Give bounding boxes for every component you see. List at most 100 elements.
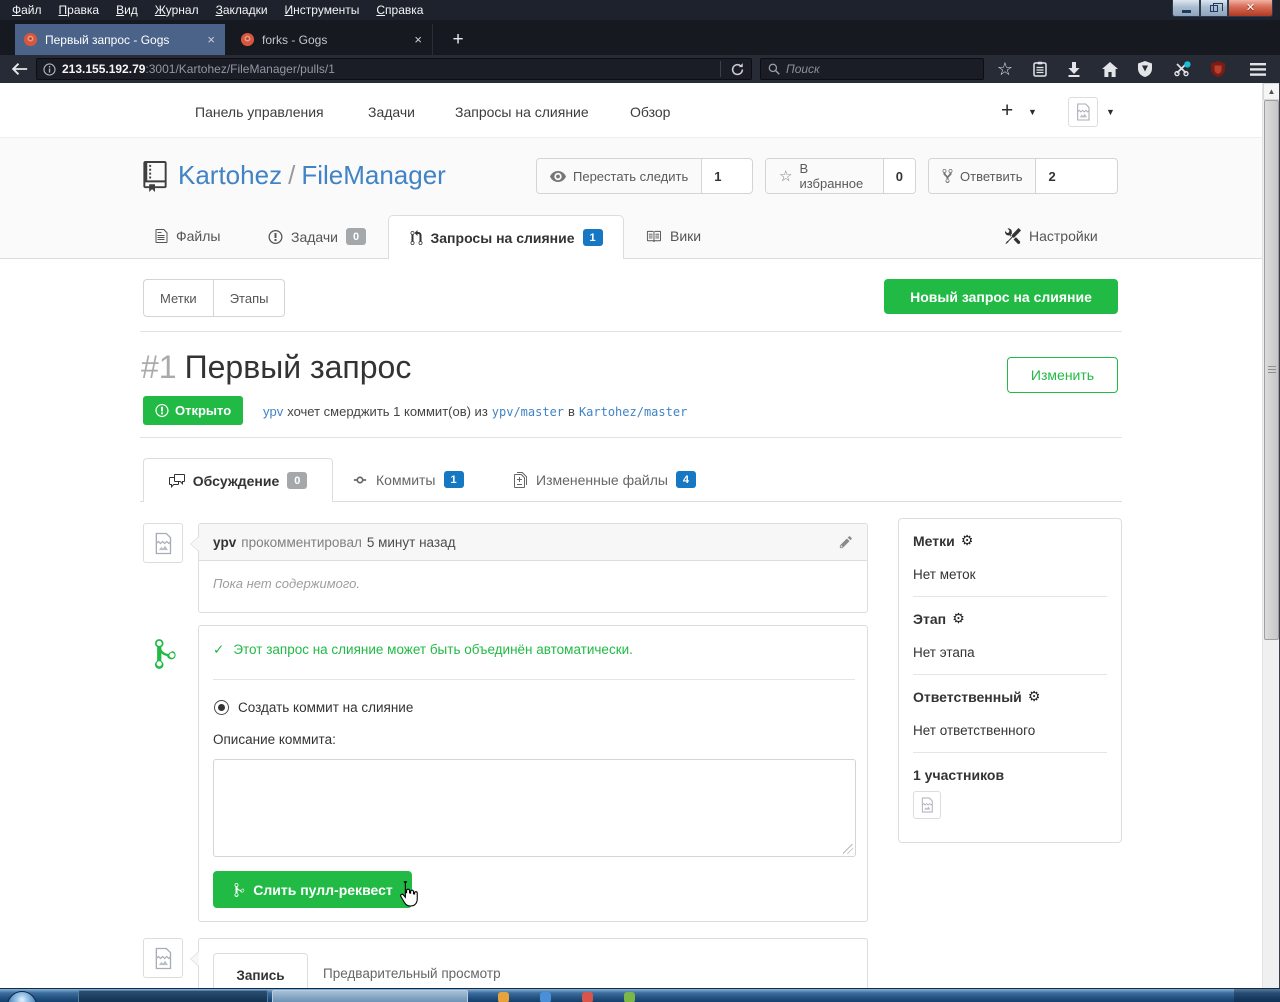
star-button[interactable]: ☆ В избранное 0 [765, 158, 916, 194]
scrollbar-thumb[interactable] [1264, 100, 1279, 640]
taskbar-icon[interactable] [498, 992, 509, 1002]
fork-count[interactable]: 2 [1035, 159, 1067, 193]
edit-pencil-icon[interactable] [839, 535, 853, 549]
taskbar-button-active[interactable] [78, 990, 268, 1002]
url-path: :3001/Kartohez/FileManager/pulls/1 [145, 62, 334, 76]
watch-count[interactable]: 1 [701, 159, 733, 193]
browser-toolbar: 213.155.192.79:3001/Kartohez/FileManager… [0, 55, 1280, 83]
menu-tools[interactable]: Инструменты [285, 3, 360, 17]
fork-button[interactable]: Ответвить 2 [928, 158, 1118, 194]
head-branch-link[interactable]: ypv/master [492, 405, 564, 419]
pocket-list-icon[interactable] [1028, 58, 1052, 80]
close-button[interactable]: ✕ [1228, 0, 1273, 17]
nav-pulls[interactable]: Запросы на слияние [455, 104, 589, 120]
user-menu-caret-icon[interactable]: ▼ [1106, 107, 1115, 117]
menu-file[interactable]: Файл [12, 3, 42, 17]
tab-title: Первый запрос - Gogs [45, 33, 198, 47]
status-badge: Открыто [143, 396, 243, 425]
tab-files-changed[interactable]: Измененные файлы 4 [514, 471, 696, 488]
tab-preview[interactable]: Предварительный просмотр [323, 966, 501, 981]
pull-number: #1 [141, 349, 177, 385]
new-tab-button[interactable]: + [445, 27, 471, 52]
tab-close-icon[interactable]: × [205, 33, 217, 46]
tab-issues[interactable]: Задачи 0 [268, 228, 366, 245]
gogs-favicon [240, 32, 255, 47]
tab-wiki[interactable]: Вики [645, 228, 701, 244]
page-info-icon[interactable] [43, 63, 56, 76]
merge-commit-radio[interactable] [214, 700, 229, 715]
watch-button[interactable]: Перестать следить 1 [536, 158, 753, 194]
star-count[interactable]: 0 [883, 159, 915, 193]
menu-bookmarks[interactable]: Закладки [216, 3, 268, 17]
tab-close-icon[interactable]: × [412, 33, 424, 46]
nav-explore[interactable]: Обзор [630, 104, 670, 120]
tab-commits[interactable]: Коммиты 1 [352, 471, 464, 488]
repo-name-link[interactable]: FileManager [301, 160, 446, 190]
tab-conversation-active[interactable]: Обсуждение 0 [143, 458, 333, 502]
taskbar-icon[interactable] [540, 992, 551, 1002]
comment-avatar[interactable] [143, 523, 183, 563]
restore-button[interactable] [1200, 0, 1228, 17]
user-avatar[interactable] [1068, 97, 1098, 127]
tab-settings[interactable]: Настройки [1005, 228, 1098, 244]
divider [913, 752, 1107, 753]
commit-description-textarea[interactable] [213, 759, 856, 857]
reload-icon[interactable] [730, 62, 745, 77]
new-repo-caret-icon[interactable]: ▼ [1028, 107, 1037, 117]
menu-bars-icon [1250, 63, 1266, 76]
start-button-orb[interactable] [7, 991, 37, 1002]
resize-grip-icon[interactable] [843, 844, 853, 854]
edit-button[interactable]: Изменить [1007, 357, 1118, 393]
nav-dashboard[interactable]: Панель управления [195, 104, 324, 120]
page-scrollbar[interactable]: ▲ [1262, 83, 1279, 988]
labels-gear-icon[interactable]: ⚙ [961, 533, 974, 549]
comment-author-link[interactable]: ypv [213, 535, 236, 550]
merge-pull-request-button[interactable]: Слить пулл-реквест [213, 871, 412, 908]
issues-count-badge: 0 [346, 228, 366, 245]
back-button[interactable] [6, 56, 32, 82]
file-icon [155, 228, 168, 244]
taskbar-icon[interactable] [624, 992, 635, 1002]
scrollbar-grip-icon [1268, 366, 1276, 374]
menu-view[interactable]: Вид [116, 3, 138, 17]
minimize-button[interactable] [1172, 0, 1200, 17]
minimize-icon [1182, 10, 1191, 13]
scroll-up-button[interactable]: ▲ [1263, 83, 1280, 100]
milestones-filter-button[interactable]: Этапы [213, 280, 285, 316]
base-branch-link[interactable]: Kartohez/master [579, 405, 687, 419]
tab-pulls-active[interactable]: Запросы на слияние 1 [388, 215, 624, 259]
abp-shield-icon[interactable] [1133, 58, 1157, 80]
taskbar-icon[interactable] [582, 992, 593, 1002]
menu-history[interactable]: Журнал [155, 3, 199, 17]
new-repo-button[interactable]: + [1001, 99, 1013, 123]
ublock-icon[interactable] [1206, 58, 1230, 80]
url-bar[interactable]: 213.155.192.79:3001/Kartohez/FileManager… [36, 58, 752, 80]
merge-panel: ✓ Этот запрос на слияние может быть объе… [198, 625, 868, 922]
participant-avatar[interactable] [913, 791, 941, 819]
menu-edit[interactable]: Правка [59, 3, 100, 17]
gogs-favicon [23, 32, 38, 47]
sidebar-milestone-title: Этап ⚙ [913, 611, 1107, 627]
browser-tab-active[interactable]: Первый запрос - Gogs × [15, 24, 225, 55]
author-link[interactable]: ypv [263, 404, 283, 419]
extension-icon[interactable] [1170, 58, 1194, 80]
downloads-icon[interactable] [1062, 58, 1086, 80]
milestone-gear-icon[interactable]: ⚙ [952, 611, 965, 627]
tab-files[interactable]: Файлы [155, 228, 220, 244]
merge-radio-label: Создать коммит на слияние [238, 700, 413, 715]
repo-owner-link[interactable]: Kartohez [178, 160, 282, 190]
assignee-gear-icon[interactable]: ⚙ [1028, 689, 1041, 705]
watch-label: Перестать следить [573, 169, 688, 184]
hamburger-menu-icon[interactable] [1246, 58, 1270, 80]
menu-help[interactable]: Справка [376, 3, 423, 17]
browser-tab-inactive[interactable]: forks - Gogs × [232, 24, 433, 55]
new-pull-request-button[interactable]: Новый запрос на слияние [884, 279, 1118, 314]
search-bar[interactable]: Поиск [760, 58, 984, 80]
labels-filter-button[interactable]: Метки [144, 280, 213, 316]
home-icon[interactable] [1098, 58, 1122, 80]
bookmark-star-icon[interactable]: ☆ [993, 58, 1017, 80]
mouse-cursor-hand [396, 880, 418, 910]
taskbar-button[interactable] [272, 990, 468, 1002]
system-tray[interactable] [1234, 989, 1280, 1002]
nav-issues[interactable]: Задачи [368, 104, 415, 120]
